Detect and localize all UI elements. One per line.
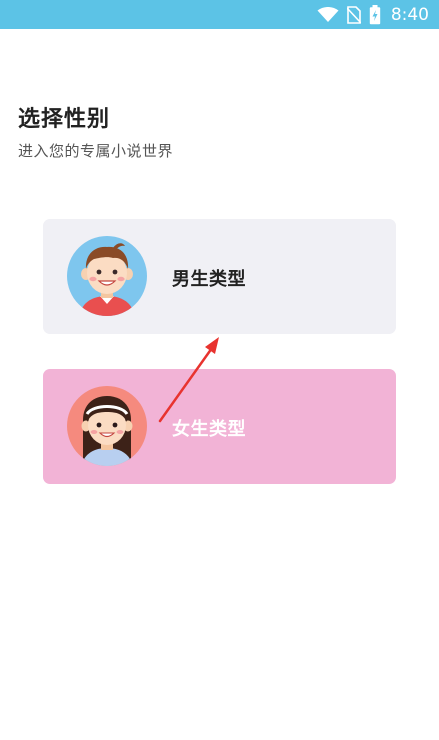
male-type-label: 男生类型 xyxy=(172,269,246,290)
status-time: 8:40 xyxy=(390,4,429,25)
page-title: 选择性别 xyxy=(18,107,111,132)
boy-avatar-icon xyxy=(67,236,147,316)
no-sim-icon xyxy=(346,5,361,24)
gender-selection-screen: 8:40 选择性别 进入您的专属小说世界 男生类型 女生类型 xyxy=(0,0,439,740)
battery-charging-icon xyxy=(369,4,381,25)
wifi-icon xyxy=(317,6,339,23)
male-type-option[interactable]: 男生类型 xyxy=(43,219,396,334)
female-type-option[interactable]: 女生类型 xyxy=(43,369,396,484)
status-bar: 8:40 xyxy=(0,0,439,29)
status-icons: 8:40 xyxy=(317,0,429,29)
girl-avatar-icon xyxy=(67,386,147,466)
female-type-label: 女生类型 xyxy=(172,419,246,440)
page-subtitle: 进入您的专属小说世界 xyxy=(18,142,174,160)
